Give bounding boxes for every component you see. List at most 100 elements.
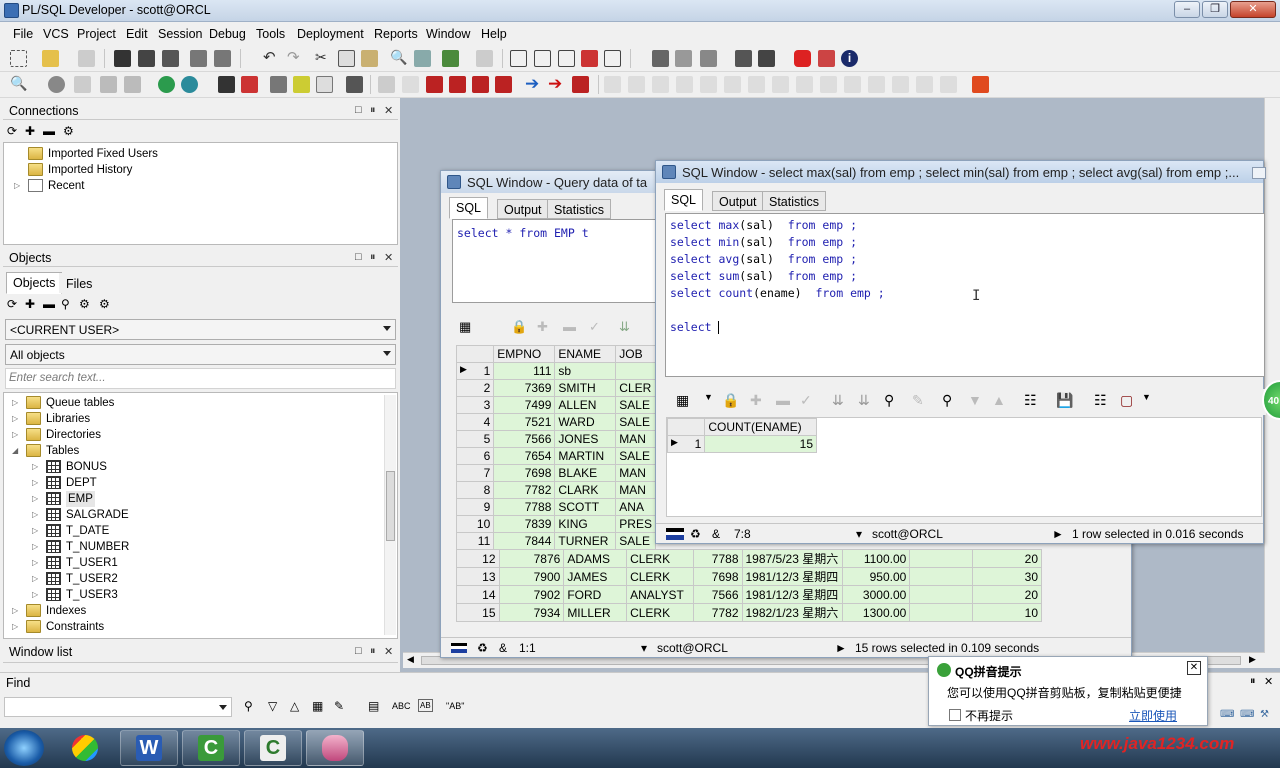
window-titlebar[interactable]: SQL Window - select max(sal) from emp ; … (656, 161, 1263, 183)
expand-icon[interactable]: ▷ (12, 606, 18, 615)
table-row[interactable]: 13 7900 JAMES CLERK 7698 1981/12/3 星期四 950.00 3… (456, 567, 1042, 586)
fetch-last-icon[interactable]: ⇊ (858, 392, 870, 409)
column-header[interactable]: ENAME (554, 345, 617, 363)
connect-icon[interactable] (158, 76, 175, 93)
close-icon[interactable]: ✕ (384, 251, 393, 264)
cell[interactable]: SCOTT (554, 498, 617, 516)
cell[interactable]: SALE (615, 396, 656, 414)
table-row[interactable]: 12 7876 ADAMS CLERK 7788 1987/5/23 星期六 1100.00… (456, 549, 1042, 568)
cell[interactable]: CLERK (626, 567, 694, 586)
taskbar-item[interactable]: W (120, 730, 178, 766)
notes-icon[interactable] (293, 76, 310, 93)
refresh-icon[interactable]: ⟳ (7, 124, 17, 138)
open-icon[interactable] (42, 50, 59, 67)
cell[interactable]: 7782 (493, 481, 556, 499)
cell[interactable]: MAN (615, 464, 656, 482)
pdf-icon[interactable] (818, 50, 835, 67)
tool-icon-1[interactable] (378, 76, 395, 93)
ime-icon[interactable]: ⌨ (1220, 709, 1234, 720)
expand-icon[interactable]: ▷ (32, 558, 38, 567)
pin-icon[interactable]: □ (355, 645, 362, 657)
table-row[interactable]: ▶ 1 111 sb (455, 362, 656, 380)
cell[interactable]: 1987/5/23 星期六 (741, 549, 844, 568)
cell[interactable]: 111 (493, 362, 556, 380)
table-row[interactable]: 10 7839 KING PRES (455, 515, 656, 533)
cell[interactable] (909, 585, 974, 604)
tree-scrollbar[interactable] (384, 395, 396, 635)
filter-icon[interactable]: ⚙ (79, 297, 90, 311)
cut-icon[interactable]: ✂ (315, 50, 332, 67)
explain-icon[interactable] (270, 76, 287, 93)
post-icon[interactable]: ✓ (589, 319, 600, 335)
find-icon[interactable]: ⚲ (244, 699, 253, 713)
indent-icon[interactable] (510, 50, 527, 67)
menu-file[interactable]: File (13, 27, 33, 41)
disabled-icon-6[interactable] (724, 76, 741, 93)
table-row[interactable]: 5 7566 JONES MAN (455, 430, 656, 448)
copy-icon[interactable] (338, 50, 355, 67)
table-row[interactable]: 7 7698 BLAKE MAN (455, 464, 656, 482)
comment-icon[interactable] (558, 50, 575, 67)
uncomment-icon[interactable] (581, 50, 598, 67)
dock-icon[interactable]: ⏸ (370, 645, 376, 658)
menu-deployment[interactable]: Deployment (297, 27, 364, 41)
fetch-next-icon[interactable]: ⇊ (619, 319, 630, 335)
search-icon[interactable]: 🔍 (10, 76, 27, 93)
expand-icon[interactable]: ▷ (32, 542, 38, 551)
cell[interactable]: MILLER (563, 603, 628, 622)
close-icon[interactable]: ✕ (1187, 661, 1201, 675)
table-row[interactable]: 4 7521 WARD SALE (455, 413, 656, 431)
cell[interactable]: 7934 (498, 603, 565, 622)
cell[interactable]: MARTIN (554, 447, 617, 465)
cell[interactable]: TURNER (554, 532, 617, 550)
scroll-left-icon[interactable]: ◀ (407, 654, 414, 665)
arrow-right-blue-icon[interactable]: ➔ (525, 75, 542, 93)
chevron-down-icon[interactable]: ▾ (856, 527, 862, 541)
cell[interactable]: KING (554, 515, 617, 533)
query-builder-icon[interactable] (316, 76, 333, 93)
clear-icon[interactable]: ✎ (334, 699, 344, 713)
cell[interactable]: 7521 (493, 413, 556, 431)
print-icon[interactable] (190, 50, 207, 67)
export-icon[interactable] (476, 50, 493, 67)
import-icon[interactable] (442, 50, 459, 67)
new-icon[interactable] (10, 50, 27, 67)
cell[interactable]: PRES (615, 515, 656, 533)
lock-icon[interactable]: 🔒 (722, 392, 739, 409)
table-row[interactable]: 2 7369 SMITH CLER (455, 379, 656, 397)
cell[interactable]: JAMES (563, 567, 628, 586)
unlock-icon[interactable] (124, 76, 141, 93)
dock-icon[interactable]: ⏸ (1250, 675, 1256, 688)
cell[interactable]: 1981/12/3 星期四 (741, 567, 844, 586)
table-row[interactable]: 3 7499 ALLEN SALE (455, 396, 656, 414)
disabled-icon-4[interactable] (676, 76, 693, 93)
cell[interactable]: 10 (972, 603, 1042, 622)
expand-icon[interactable]: ▷ (12, 414, 18, 423)
save-as-icon[interactable] (138, 50, 155, 67)
refresh-icon[interactable]: ⟳ (7, 297, 17, 311)
taskbar-item[interactable]: C (182, 730, 240, 766)
cell[interactable]: 7369 (493, 379, 556, 397)
disabled-icon-2[interactable] (628, 76, 645, 93)
expand-icon[interactable]: ▷ (12, 622, 18, 631)
filter-select[interactable]: All objects (5, 344, 396, 365)
cell[interactable]: 7788 (493, 498, 556, 516)
close-button[interactable]: ✕ (1230, 1, 1276, 18)
cascade-icon[interactable] (700, 50, 717, 67)
find-input[interactable] (4, 697, 232, 717)
disabled-icon-1[interactable] (604, 76, 621, 93)
taskbar-item-active[interactable] (306, 730, 364, 766)
disabled-icon-11[interactable] (844, 76, 861, 93)
maximize-button[interactable]: ❐ (1202, 1, 1228, 18)
stop-icon[interactable] (794, 50, 811, 67)
menu-edit[interactable]: Edit (126, 27, 148, 41)
search-input[interactable]: Enter search text... (5, 368, 396, 389)
cell[interactable]: 1982/1/23 星期六 (741, 603, 844, 622)
cell[interactable]: SMITH (554, 379, 617, 397)
cell[interactable]: 20 (972, 585, 1042, 604)
grid-icon[interactable]: ▦ (676, 392, 689, 409)
disabled-icon-13[interactable] (892, 76, 909, 93)
table-row[interactable]: 15 7934 MILLER CLERK 7782 1982/1/23 星期六 1300.0… (456, 603, 1042, 622)
expand-icon[interactable]: ▷ (12, 398, 18, 407)
dock-icon[interactable]: ⏸ (370, 104, 376, 117)
